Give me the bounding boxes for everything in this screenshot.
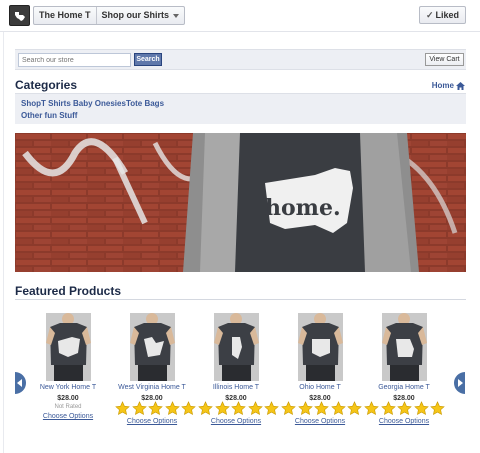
star-icon[interactable]: [314, 401, 330, 416]
product-name[interactable]: Ohio Home T: [280, 384, 360, 391]
featured-divider: [15, 299, 466, 300]
star-icon[interactable]: [414, 401, 430, 416]
product-image[interactable]: [46, 313, 91, 381]
choose-options-link[interactable]: Choose Options: [196, 418, 276, 425]
product-image[interactable]: [130, 313, 175, 381]
category-row-2: Other fun Stuff: [21, 111, 77, 120]
star-icon[interactable]: [181, 401, 197, 416]
category-shop[interactable]: Shop: [21, 99, 41, 108]
star-icon[interactable]: [115, 401, 131, 416]
view-cart-button[interactable]: View Cart: [425, 53, 464, 66]
search-button[interactable]: Search: [134, 53, 162, 66]
carousel-next-button[interactable]: [454, 372, 465, 394]
star-icon[interactable]: [281, 401, 297, 416]
house-icon: [456, 81, 465, 90]
liked-label: Liked: [435, 10, 459, 20]
product-image[interactable]: [382, 313, 427, 381]
breadcrumb-page-name[interactable]: The Home T: [34, 7, 96, 24]
star-icon[interactable]: [231, 401, 247, 416]
home-label: Home: [431, 81, 454, 90]
choose-options-link[interactable]: Choose Options: [112, 418, 192, 425]
star-icon[interactable]: [397, 401, 413, 416]
star-icon[interactable]: [380, 401, 397, 416]
breadcrumb: The Home T Shop our Shirts: [33, 6, 186, 25]
carousel-prev-button[interactable]: [15, 372, 26, 394]
product-image[interactable]: [214, 313, 259, 381]
featured-products-heading: Featured Products: [15, 284, 122, 298]
product-name[interactable]: Illinois Home T: [196, 384, 276, 391]
categories-heading: Categories: [15, 78, 78, 92]
choose-options-link[interactable]: Choose Options: [280, 418, 360, 425]
search-input[interactable]: [18, 53, 131, 67]
choose-options-link[interactable]: Choose Options: [28, 413, 108, 420]
star-icon[interactable]: [264, 401, 280, 416]
star-icon[interactable]: [430, 401, 446, 416]
hero-banner[interactable]: home.: [15, 133, 466, 272]
product-price: $28.00: [57, 395, 79, 402]
star-icon[interactable]: [331, 401, 347, 416]
category-tote-bags[interactable]: Tote Bags: [126, 99, 164, 108]
star-icon[interactable]: [297, 401, 314, 416]
home-link[interactable]: Home: [432, 81, 465, 90]
category-row-1: ShopT Shirts Baby OnesiesTote Bags: [21, 99, 164, 108]
choose-options-link[interactable]: Choose Options: [364, 418, 444, 425]
product-name[interactable]: Georgia Home T: [364, 384, 444, 391]
arrow-right-icon: [458, 379, 463, 387]
chevron-down-icon: [173, 13, 180, 18]
hero-image: home.: [15, 133, 466, 272]
liked-button[interactable]: ✓ Liked: [418, 6, 466, 24]
star-icon[interactable]: [131, 401, 148, 416]
checkmark-icon: ✓: [425, 10, 434, 20]
hero-shirt-text: home.: [265, 195, 341, 221]
category-t-shirts[interactable]: T Shirts: [41, 99, 71, 108]
star-icon[interactable]: [198, 401, 214, 416]
star-icon[interactable]: [248, 401, 264, 416]
product-name[interactable]: New York Home T: [28, 384, 108, 391]
breadcrumb-shop-tab[interactable]: Shop our Shirts: [97, 7, 185, 24]
arrow-left-icon: [17, 379, 22, 387]
star-icon[interactable]: [347, 401, 363, 416]
star-icon[interactable]: [148, 401, 164, 416]
star-icon[interactable]: [165, 401, 181, 416]
category-baby-onesies[interactable]: Baby Onesies: [73, 99, 126, 108]
top-bar: The Home T Shop our Shirts ✓ Liked: [0, 0, 480, 32]
category-other-fun-stuff[interactable]: Other fun Stuff: [21, 111, 77, 120]
left-divider: [3, 32, 4, 453]
texas-logo-icon[interactable]: [9, 5, 30, 26]
breadcrumb-shop-label: Shop our Shirts: [101, 10, 170, 20]
category-list: ShopT Shirts Baby OnesiesTote Bags Other…: [15, 93, 466, 124]
store-toolbar: Search View Cart: [15, 49, 466, 70]
product-rating-text: Not Rated: [54, 404, 82, 410]
star-icon[interactable]: [364, 401, 380, 416]
star-icon[interactable]: [214, 401, 231, 416]
product-image[interactable]: [298, 313, 343, 381]
product-name[interactable]: West Virginia Home T: [112, 384, 192, 391]
